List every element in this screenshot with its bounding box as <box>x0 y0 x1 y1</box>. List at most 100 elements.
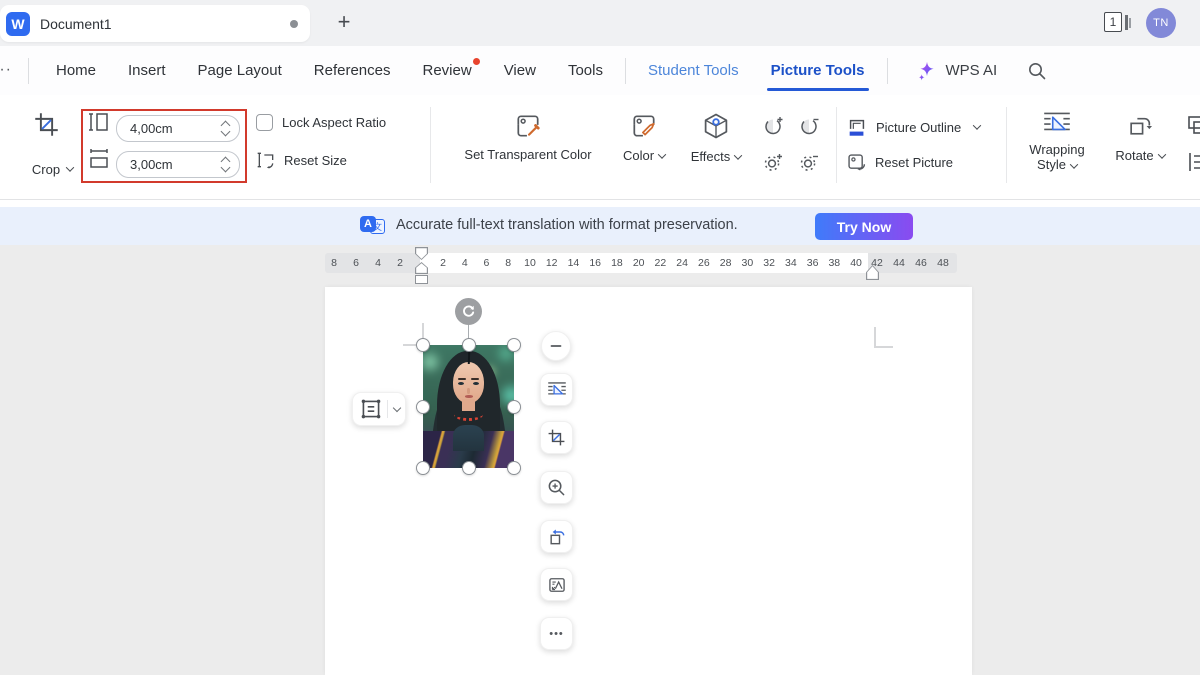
ruler-number: 2 <box>397 257 403 269</box>
document-page[interactable]: ••• <box>325 287 972 675</box>
menu-tab-label: View <box>504 62 536 79</box>
rotate-quick-button[interactable] <box>540 520 573 553</box>
bring-forward-icon <box>1186 114 1200 138</box>
first-line-indent-marker[interactable] <box>415 247 428 260</box>
ruler-number: 20 <box>633 257 645 269</box>
menu-tab-picture-tools[interactable]: Picture Tools <box>755 46 881 95</box>
wps-ai-sparkle-icon <box>916 60 938 82</box>
layout-options-button[interactable] <box>352 392 406 426</box>
menu-tab-view[interactable]: View <box>488 46 552 95</box>
menu-tab-student-tools[interactable]: Student Tools <box>632 46 755 95</box>
wrapping-style-icon <box>1041 109 1073 137</box>
ruler-number: 12 <box>546 257 558 269</box>
color-button[interactable]: Color <box>613 112 675 165</box>
rotate-icon <box>1127 113 1154 140</box>
reset-picture-label: Reset Picture <box>875 155 953 170</box>
height-field[interactable]: 4,00cm <box>116 115 240 142</box>
spinner-down-icon[interactable] <box>221 127 231 137</box>
crop-quick-button[interactable] <box>540 421 573 454</box>
collapse-toolbar-button[interactable] <box>541 331 571 361</box>
ruler-number: 14 <box>568 257 580 269</box>
increase-contrast-button[interactable] <box>761 114 785 138</box>
rotate-left-icon <box>547 527 567 547</box>
menu-tab-review[interactable]: Review <box>407 46 488 95</box>
document-tab[interactable]: W Document1 <box>0 5 310 42</box>
lock-aspect-ratio-checkbox[interactable]: Lock Aspect Ratio <box>256 114 386 131</box>
hanging-indent-marker[interactable] <box>415 262 428 274</box>
increase-brightness-button[interactable] <box>761 150 785 174</box>
wrapping-style-button[interactable]: Wrapping Style <box>1016 109 1098 172</box>
rotate-handle[interactable] <box>455 298 482 325</box>
align-icon <box>1186 150 1200 174</box>
wps-ai-button[interactable]: WPS AI <box>916 60 998 82</box>
menu-overflow-icon[interactable]: ··· <box>0 61 12 79</box>
ruler-number: 16 <box>589 257 601 269</box>
color-icon <box>630 112 658 140</box>
bring-forward-button[interactable] <box>1186 114 1200 138</box>
ruler-number: 10 <box>524 257 536 269</box>
zoom-quick-button[interactable] <box>540 471 573 504</box>
window-count-badge[interactable]: 1 <box>1104 11 1132 35</box>
ruler-number: 6 <box>353 257 359 269</box>
picture-outline-button[interactable]: Picture Outline <box>846 116 980 138</box>
ruler-number: 32 <box>763 257 775 269</box>
resize-handle-se[interactable] <box>507 461 521 475</box>
selected-image[interactable] <box>423 345 514 468</box>
menu-tab-page-layout[interactable]: Page Layout <box>182 46 298 95</box>
extract-text-button[interactable] <box>540 568 573 601</box>
reset-size-button[interactable]: Reset Size <box>256 150 347 170</box>
ruler-number: 22 <box>655 257 667 269</box>
spinner-down-icon[interactable] <box>221 163 231 173</box>
new-tab-button[interactable]: + <box>330 8 358 36</box>
width-stepper[interactable] <box>222 158 229 171</box>
window-count: 1 <box>1104 12 1122 32</box>
crop-button[interactable]: Crop <box>16 105 76 187</box>
resize-handle-e[interactable] <box>507 400 521 414</box>
ruler-number: 38 <box>828 257 840 269</box>
more-options-button[interactable]: ••• <box>540 617 573 650</box>
rotate-button[interactable]: Rotate <box>1108 113 1172 165</box>
align-button[interactable] <box>1186 150 1200 174</box>
resize-handle-s[interactable] <box>462 461 476 475</box>
avatar[interactable]: TN <box>1146 8 1176 38</box>
menu-tab-insert[interactable]: Insert <box>112 46 182 95</box>
ruler-number: 28 <box>720 257 732 269</box>
resize-handle-n[interactable] <box>462 338 476 352</box>
checkbox-icon[interactable] <box>256 114 273 131</box>
try-now-button[interactable]: Try Now <box>815 213 913 240</box>
reset-picture-button[interactable]: Reset Picture <box>846 152 953 173</box>
wrapping-style-label-2: Style <box>1037 157 1066 172</box>
menu-tab-tools[interactable]: Tools <box>552 46 619 95</box>
right-indent-marker[interactable] <box>866 265 879 280</box>
decrease-brightness-button[interactable] <box>797 150 821 174</box>
height-stepper[interactable] <box>222 122 229 135</box>
menu-tab-label: Picture Tools <box>771 62 865 79</box>
resize-handle-w[interactable] <box>416 400 430 414</box>
window-stack-icon <box>1125 15 1128 30</box>
decrease-contrast-button[interactable] <box>797 114 821 138</box>
wrapping-style-quick-button[interactable] <box>540 373 573 406</box>
set-transparent-color-button[interactable]: Set Transparent Color <box>450 112 606 162</box>
left-indent-marker[interactable] <box>415 275 428 284</box>
color-label: Color <box>623 148 654 163</box>
rotate-label: Rotate <box>1115 148 1153 163</box>
window-tabbar: W Document1 + 1 TN <box>0 0 1200 46</box>
resize-handle-sw[interactable] <box>416 461 430 475</box>
resize-handle-ne[interactable] <box>507 338 521 352</box>
ribbon-gap <box>0 200 1200 207</box>
chevron-down-icon <box>973 121 981 129</box>
increase-contrast-icon <box>761 114 785 138</box>
menu-tab-references[interactable]: References <box>298 46 407 95</box>
width-icon <box>87 147 111 171</box>
extract-text-icon <box>547 575 567 595</box>
zoom-in-icon <box>547 478 566 497</box>
ruler-number: 36 <box>807 257 819 269</box>
width-field[interactable]: 3,00cm <box>116 151 240 178</box>
menu-tab-home[interactable]: Home <box>40 46 112 95</box>
resize-handle-nw[interactable] <box>416 338 430 352</box>
menubar-separator <box>28 58 29 84</box>
search-button[interactable] <box>1027 61 1047 81</box>
ruler-number: 8 <box>505 257 511 269</box>
ruler-number: 18 <box>611 257 623 269</box>
effects-button[interactable]: Effects <box>683 111 749 166</box>
